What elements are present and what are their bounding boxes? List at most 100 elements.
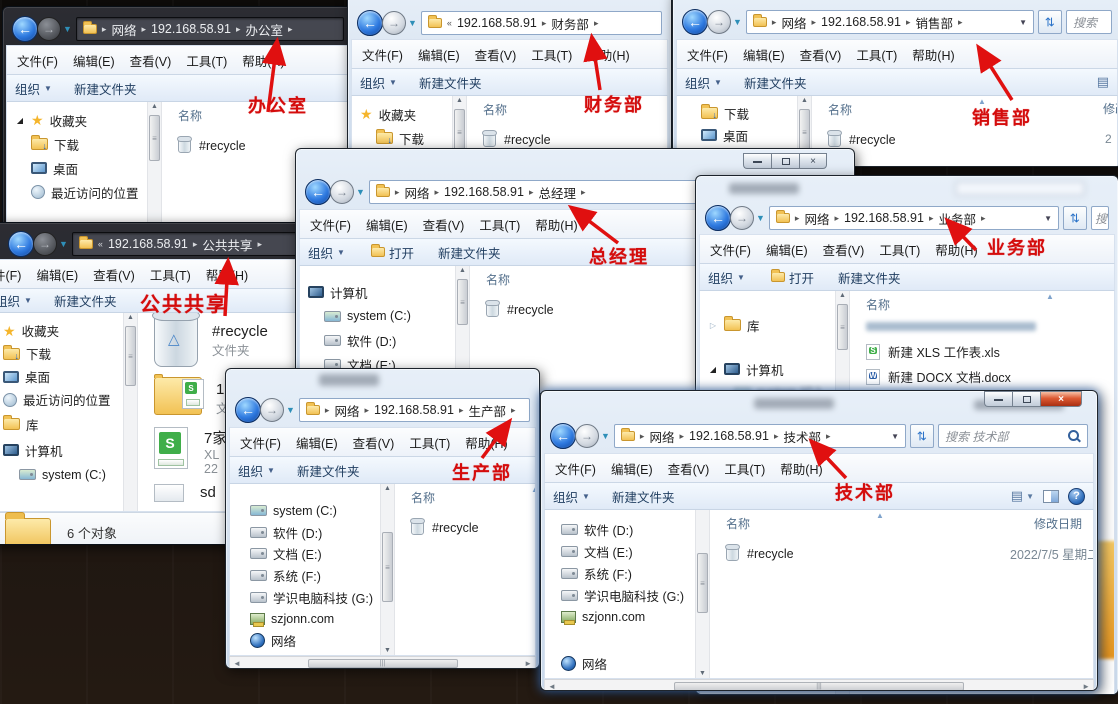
- search-box[interactable]: 搜索: [1066, 10, 1112, 34]
- file-row-recycle[interactable]: #recycle: [828, 127, 1111, 152]
- open-button[interactable]: 打开: [771, 268, 814, 287]
- back-button[interactable]: ←: [550, 423, 576, 449]
- manager-titlebar[interactable]: ×: [299, 149, 851, 175]
- sidebar-item-network[interactable]: 网络: [561, 652, 695, 674]
- sidebar-item-drive-d[interactable]: 软件 (D:): [250, 522, 380, 544]
- sidebar-item-drive-c[interactable]: system (C:): [250, 500, 380, 522]
- sidebar-item-desktop[interactable]: 桌面: [3, 365, 123, 388]
- menu-help[interactable]: 帮助(H): [206, 265, 248, 284]
- menu-tools[interactable]: 工具(T): [186, 51, 227, 70]
- menu-help[interactable]: 帮助(H): [465, 433, 507, 452]
- menu-view[interactable]: 查看(V): [93, 265, 135, 284]
- breadcrumb-ip[interactable]: 192.168.58.91: [689, 429, 769, 443]
- back-button[interactable]: ←: [357, 10, 383, 36]
- expanded-icon[interactable]: ◢: [708, 365, 718, 374]
- sidebar-item-libraries[interactable]: 库: [3, 411, 123, 437]
- scroll-left-icon[interactable]: ◄: [548, 682, 556, 691]
- sidebar-item-recent[interactable]: 最近访问的位置: [15, 180, 147, 204]
- breadcrumb-ip[interactable]: 192.168.58.91: [844, 211, 924, 225]
- magnifier-icon[interactable]: [1067, 429, 1081, 443]
- new-folder-button[interactable]: 新建文件夹: [744, 73, 807, 92]
- menu-tools[interactable]: 工具(T): [409, 433, 450, 452]
- scroll-up-icon[interactable]: ▲: [151, 103, 158, 110]
- menu-tools[interactable]: 工具(T): [724, 459, 765, 478]
- menu-file[interactable]: 文件(F): [687, 45, 728, 64]
- sidebar-item-drive-g[interactable]: 学识电脑科技 (G:): [561, 584, 695, 606]
- breadcrumb-network[interactable]: 网络: [649, 427, 674, 446]
- scrollbar-thumb[interactable]: |||: [308, 659, 458, 668]
- column-header-date[interactable]: 修改日期: [1034, 515, 1082, 532]
- menu-help[interactable]: 帮助(H): [780, 459, 822, 478]
- change-view-button[interactable]: ▤▼: [1011, 488, 1034, 504]
- new-folder-button[interactable]: 新建文件夹: [438, 243, 501, 262]
- collapsed-icon[interactable]: ▷: [708, 321, 718, 330]
- sidebar-item-downloads[interactable]: 下载: [360, 126, 452, 150]
- organize-button[interactable]: 组织▼: [685, 73, 722, 92]
- file-row-recycle[interactable]: #recycle2022/7/5 星期二: [726, 541, 1087, 566]
- search-box[interactable]: 搜索 技术部: [938, 424, 1088, 448]
- sales-titlebar[interactable]: [676, 0, 1118, 5]
- close-button[interactable]: ×: [799, 153, 827, 169]
- breadcrumb-ip[interactable]: 192.168.58.91: [457, 16, 537, 30]
- menu-view[interactable]: 查看(V): [423, 215, 465, 234]
- column-header-date-clipped[interactable]: 修改日期: [1103, 100, 1117, 117]
- sidebar-item-drive-c[interactable]: system (C:): [3, 463, 123, 486]
- recent-pages-dropdown-icon[interactable]: ▼: [356, 187, 365, 197]
- forward-button[interactable]: →: [382, 11, 406, 35]
- sidebar-scrollbar[interactable]: ▲≡: [123, 313, 138, 511]
- back-button[interactable]: ←: [682, 9, 708, 35]
- menu-view[interactable]: 查看(V): [668, 459, 710, 478]
- menu-tools[interactable]: 工具(T): [479, 215, 520, 234]
- close-button[interactable]: ×: [1040, 391, 1082, 407]
- back-button[interactable]: ←: [12, 16, 38, 42]
- business-titlebar[interactable]: [699, 176, 1115, 202]
- forward-button[interactable]: →: [730, 206, 754, 230]
- menu-help[interactable]: 帮助(H): [535, 215, 577, 234]
- menu-edit[interactable]: 编辑(E): [36, 265, 78, 284]
- address-bar[interactable]: ▸ 网络 ▸ 192.168.58.91 ▸ 销售部 ▸ ▼: [746, 10, 1034, 34]
- menu-tools[interactable]: 工具(T): [150, 265, 191, 284]
- sidebar-item-drive-e[interactable]: 文档 (E:): [561, 540, 695, 562]
- new-folder-button[interactable]: 新建文件夹: [297, 461, 360, 480]
- refresh-button[interactable]: ⇄: [1038, 10, 1062, 34]
- forward-button[interactable]: →: [575, 424, 599, 448]
- sidebar-item-drive-f[interactable]: 系统 (F:): [250, 565, 380, 587]
- menu-help[interactable]: 帮助(H): [912, 45, 954, 64]
- sidebar-item-desktop[interactable]: 桌面: [15, 156, 147, 180]
- sidebar-item-drive-f[interactable]: 系统 (F:): [561, 562, 695, 584]
- sidebar-item-computer[interactable]: 计算机: [3, 437, 123, 463]
- menu-file[interactable]: 文件(F): [240, 433, 281, 452]
- breadcrumb-folder[interactable]: 生产部: [468, 401, 506, 420]
- recent-pages-dropdown-icon[interactable]: ▼: [601, 431, 610, 441]
- back-button[interactable]: ←: [705, 205, 731, 231]
- breadcrumb-network[interactable]: 网络: [111, 20, 136, 39]
- menu-edit[interactable]: 编辑(E): [366, 215, 408, 234]
- sidebar-item-favorites[interactable]: ★收藏夹: [3, 319, 123, 342]
- menu-tools[interactable]: 工具(T): [856, 45, 897, 64]
- production-horizontal-scrollbar[interactable]: ◄ ||| ►: [229, 656, 536, 669]
- menu-view[interactable]: 查看(V): [130, 51, 172, 70]
- file-row-recycle[interactable]: #recycle: [411, 515, 529, 540]
- column-header-name[interactable]: 名称: [828, 103, 852, 117]
- sidebar-item-downloads[interactable]: 下载: [3, 342, 123, 365]
- scroll-right-icon[interactable]: ►: [1082, 682, 1090, 691]
- menu-tools[interactable]: 工具(T): [879, 240, 920, 259]
- preview-pane-button[interactable]: [1043, 490, 1059, 503]
- recent-pages-dropdown-icon[interactable]: ▼: [63, 24, 72, 34]
- address-bar[interactable]: ▸ 网络 ▸ 192.168.58.91 ▸ 办公室 ▸: [76, 17, 344, 41]
- office-titlebar[interactable]: [6, 7, 350, 13]
- recent-pages-dropdown-icon[interactable]: ▼: [59, 239, 68, 249]
- sidebar-scrollbar[interactable]: ▲≡: [147, 102, 162, 230]
- minimize-button[interactable]: [743, 153, 771, 169]
- sidebar-item-drive-d[interactable]: 软件 (D:): [561, 518, 695, 540]
- column-header-name[interactable]: 名称: [178, 109, 202, 123]
- menu-tools[interactable]: 工具(T): [531, 45, 572, 64]
- breadcrumb-network[interactable]: 网络: [781, 13, 806, 32]
- scrollbar-thumb[interactable]: ≡: [382, 532, 393, 602]
- recent-pages-dropdown-icon[interactable]: ▼: [733, 17, 742, 27]
- sidebar-item-drive-e[interactable]: 文档 (E:): [250, 543, 380, 565]
- column-header-name[interactable]: 名称: [486, 273, 510, 287]
- finance-titlebar[interactable]: [351, 0, 668, 7]
- organize-button[interactable]: 组织▼: [360, 73, 397, 92]
- menu-edit[interactable]: 编辑(E): [418, 45, 460, 64]
